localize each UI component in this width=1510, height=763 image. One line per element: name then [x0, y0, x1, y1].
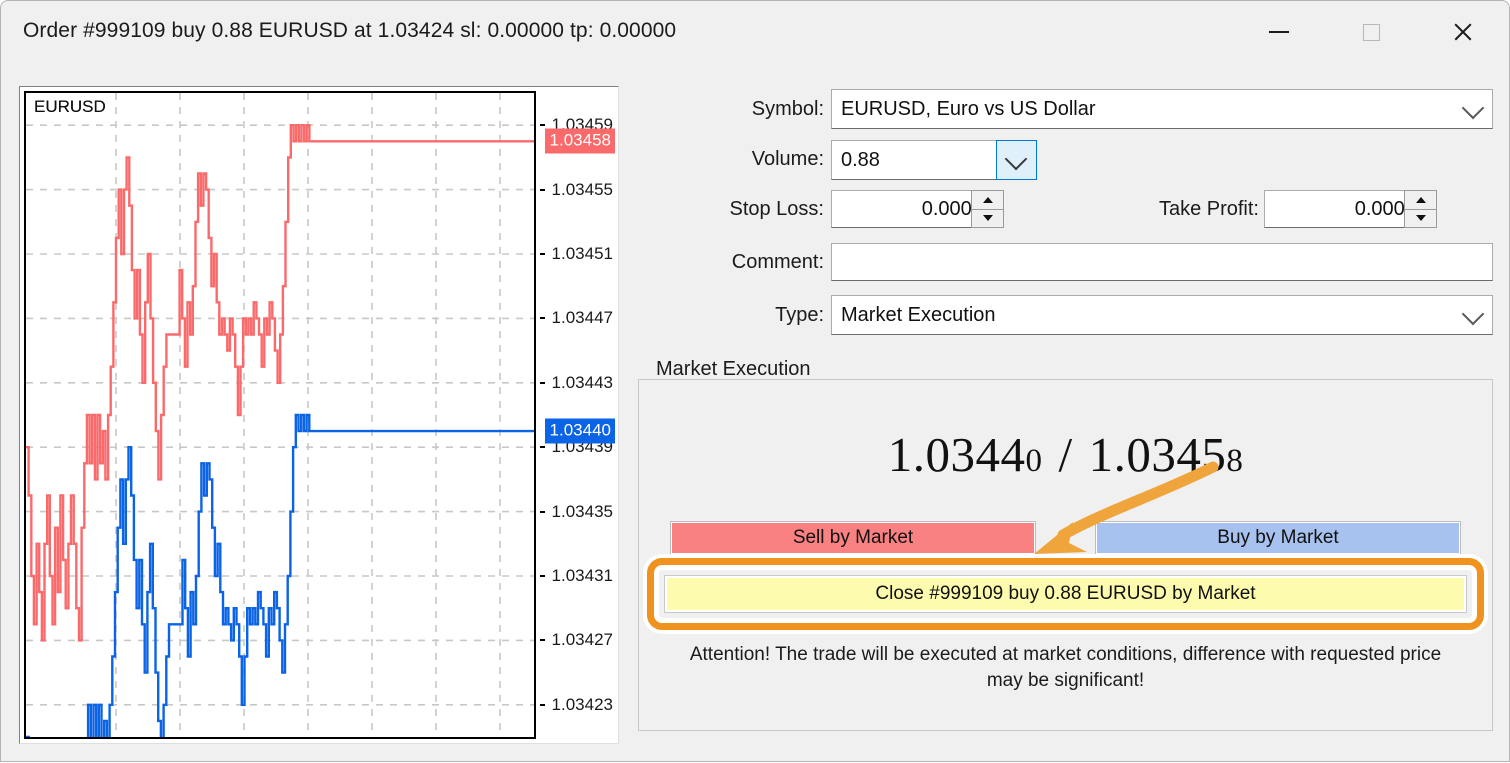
type-row: Type: Market Execution: [633, 294, 1493, 342]
price-axis-tick: 1.03431: [551, 566, 613, 585]
close-icon: [1452, 21, 1474, 43]
volume-input[interactable]: 0.88: [831, 140, 1037, 180]
take-profit-increment[interactable]: [1405, 191, 1436, 210]
quote-separator: /: [1058, 427, 1073, 482]
stop-loss-increment[interactable]: [972, 191, 1003, 210]
volume-dropdown-button[interactable]: [996, 140, 1037, 180]
price-axis-tick-mark: [540, 317, 545, 320]
maximize-icon: [1362, 23, 1380, 41]
bid-price-last-digit: 0: [1025, 443, 1043, 479]
ask-price-main: 1.0345: [1088, 427, 1227, 482]
price-axis-tick-mark: [540, 381, 545, 384]
buy-by-market-button[interactable]: Buy by Market: [1095, 521, 1461, 555]
symbol-label: Symbol:: [751, 98, 824, 120]
minimize-icon: [1269, 31, 1289, 33]
chart-price-axis: 1.03459 1.03455 1.03451 1.03447 1.03443 1.034…: [540, 91, 616, 739]
price-axis-tick: 1.03427: [551, 630, 613, 650]
sell-by-market-button[interactable]: Sell by Market: [670, 521, 1036, 555]
stop-loss-input[interactable]: 0.00000: [831, 190, 1004, 228]
order-form: Symbol: EURUSD, Euro vs US Dollar Volume…: [633, 89, 1493, 342]
market-execution-group-title: Market Execution: [649, 358, 818, 381]
chevron-down-icon: [1461, 96, 1485, 120]
title-bar: Order #999109 buy 0.88 EURUSD at 1.03424…: [1, 1, 1509, 63]
price-axis-tick-mark: [540, 188, 545, 191]
chart-symbol-label: EURUSD: [34, 97, 106, 116]
comment-row: Comment:: [633, 239, 1493, 294]
price-axis-tick-mark: [540, 575, 545, 577]
minimize-button[interactable]: [1233, 1, 1325, 63]
chart-plot-area: EURUSD: [24, 91, 536, 739]
type-value: Market Execution: [841, 303, 996, 326]
symbol-value: EURUSD, Euro vs US Dollar: [841, 97, 1096, 120]
tick-chart-panel: EURUSD 1.03459 1.03455 1.03451 1.03447 1.034…: [19, 86, 619, 744]
close-window-button[interactable]: [1417, 1, 1509, 63]
take-profit-decrement[interactable]: [1405, 210, 1436, 228]
price-axis-tick-mark: [540, 124, 545, 127]
market-execution-group: 1.03440 / 1.03458 Sell by Market Buy by Ma…: [638, 379, 1493, 731]
triangle-down-icon: [982, 215, 993, 222]
price-quote: 1.03440 / 1.03458: [639, 426, 1492, 483]
take-profit-stepper[interactable]: [1404, 190, 1437, 228]
stop-loss-decrement[interactable]: [972, 210, 1003, 228]
type-select[interactable]: Market Execution: [831, 295, 1493, 335]
ask-price-last-digit: 8: [1226, 443, 1244, 479]
comment-label: Comment:: [731, 251, 824, 273]
volume-label: Volume:: [751, 148, 824, 170]
comment-input[interactable]: [831, 243, 1493, 281]
price-axis-tick-mark: [540, 703, 545, 706]
price-axis-tick: 1.03455: [551, 179, 613, 199]
stop-loss-stepper[interactable]: [971, 190, 1004, 228]
volume-value: 0.88: [841, 148, 880, 171]
bid-price-marker: 1.03440: [544, 418, 615, 444]
take-profit-input[interactable]: 0.00000: [1264, 190, 1437, 228]
price-axis-tick-mark: [540, 253, 545, 255]
symbol-row: Symbol: EURUSD, Euro vs US Dollar: [633, 89, 1493, 137]
price-axis-tick-mark: [540, 510, 545, 513]
chevron-down-icon: [1004, 147, 1028, 171]
close-position-button[interactable]: Close #999109 buy 0.88 EURUSD by Market: [664, 575, 1467, 613]
chevron-down-icon: [1461, 302, 1485, 326]
type-label: Type:: [775, 304, 824, 326]
maximize-button[interactable]: [1325, 1, 1417, 63]
sl-tp-row: Stop Loss: 0.00000 Take Profit: 0.00000: [633, 188, 1493, 239]
symbol-select[interactable]: EURUSD, Euro vs US Dollar: [831, 89, 1493, 129]
stop-loss-label: Stop Loss:: [729, 198, 824, 220]
ask-price-marker: 1.03458: [544, 128, 615, 154]
price-axis-tick: 1.03423: [551, 694, 613, 714]
triangle-up-icon: [1415, 196, 1426, 203]
window-title: Order #999109 buy 0.88 EURUSD at 1.03424…: [23, 19, 677, 42]
price-axis-tick: 1.03451: [551, 244, 613, 263]
chart-lines: [26, 93, 534, 737]
price-axis-tick: 1.03447: [551, 308, 613, 328]
price-axis-tick: 1.03435: [551, 501, 613, 521]
price-axis-tick-mark: [540, 639, 545, 642]
attention-text: Attention! The trade will be executed at…: [689, 644, 1442, 692]
take-profit-label: Take Profit:: [1158, 198, 1259, 220]
price-axis-tick-mark: [540, 446, 545, 449]
volume-row: Volume: 0.88: [633, 137, 1493, 188]
price-axis-tick: 1.03443: [551, 372, 613, 392]
order-dialog-window: Order #999109 buy 0.88 EURUSD at 1.03424…: [0, 0, 1510, 762]
market-buttons-row: Sell by Market Buy by Market: [670, 521, 1461, 555]
triangle-down-icon: [1415, 215, 1426, 222]
bid-price-main: 1.0344: [887, 427, 1026, 482]
triangle-up-icon: [982, 196, 993, 203]
